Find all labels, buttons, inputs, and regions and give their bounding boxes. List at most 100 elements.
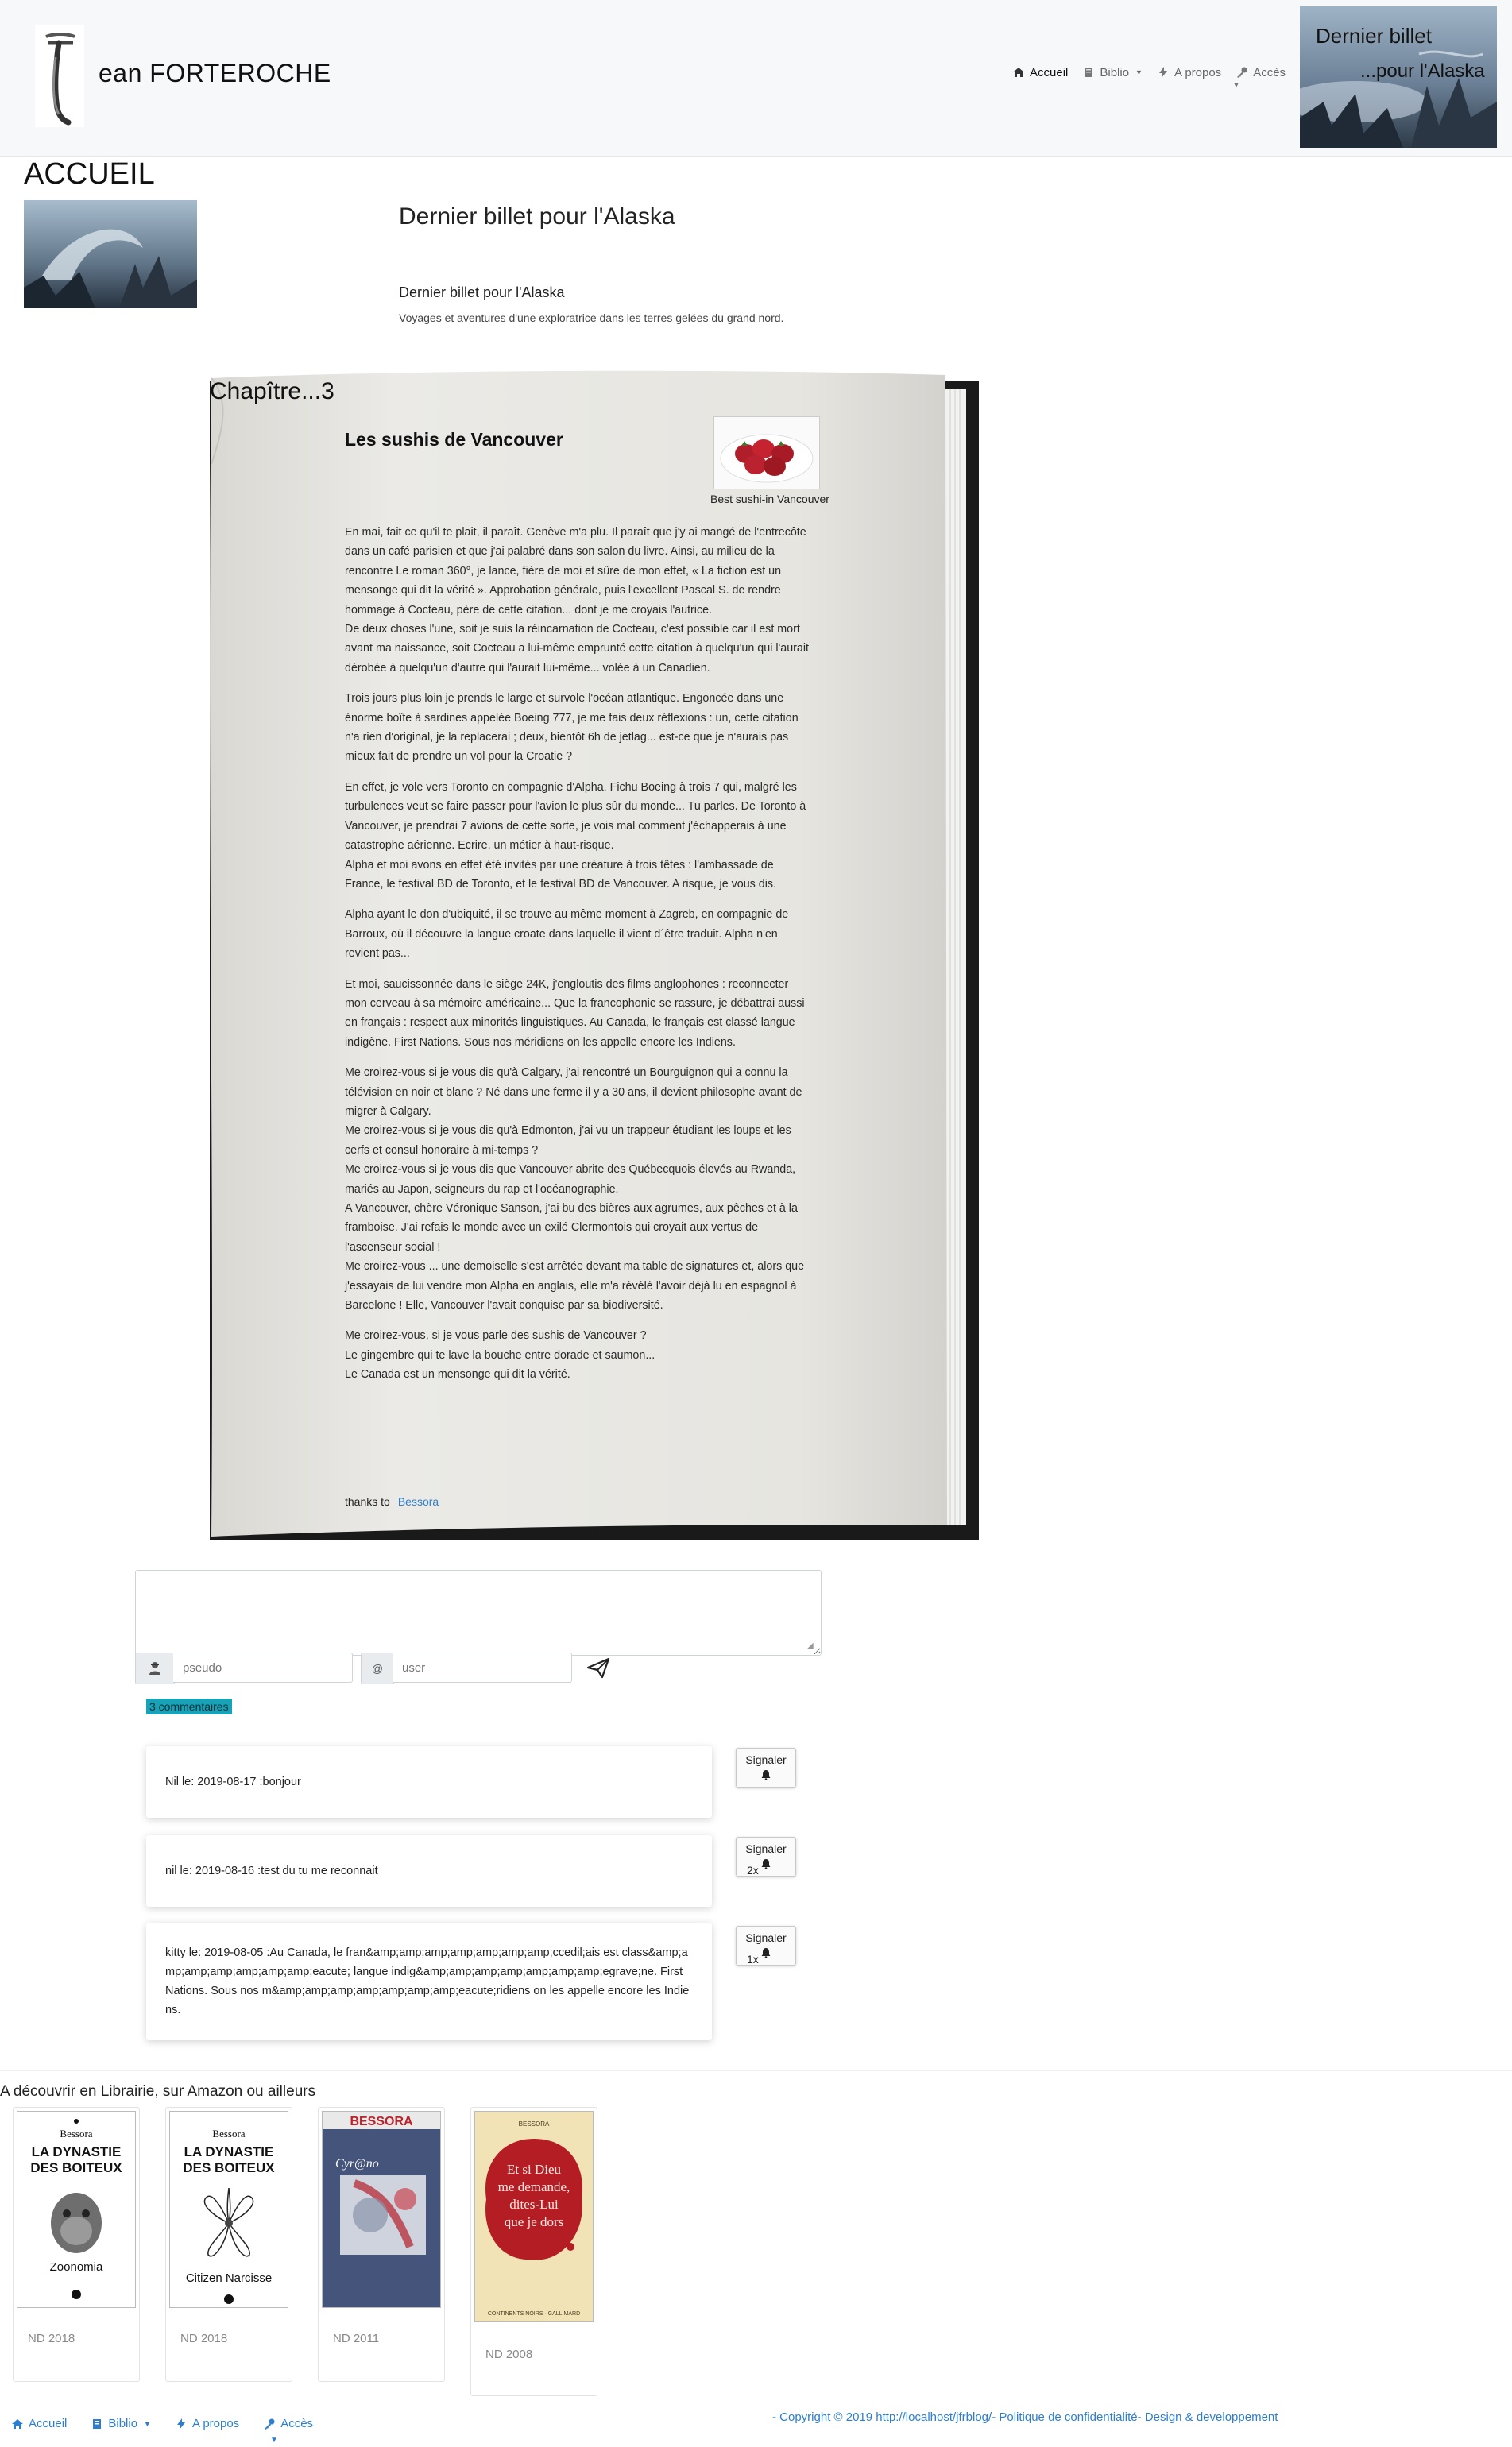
chevron-down-icon: ▼ bbox=[144, 2419, 151, 2428]
book-cover[interactable]: Bessora LA DYNASTIE DES BOITEUX Citizen … bbox=[169, 2111, 288, 2308]
article-paragraph: Me croirez-vous si je vous dis qu'à Calg… bbox=[345, 1066, 805, 1312]
user-icon bbox=[135, 1653, 175, 1684]
nav-home-label: Accueil bbox=[1030, 65, 1069, 79]
book-card[interactable]: BESSORA Et si Dieu me demande, dites-Lui… bbox=[470, 2107, 597, 2396]
chevron-down-icon[interactable]: ▼ bbox=[1232, 81, 1240, 90]
report-count: 1x bbox=[747, 1953, 759, 1966]
svg-text:LA DYNASTIE: LA DYNASTIE bbox=[184, 2144, 274, 2159]
hero-title-line1: Dernier billet bbox=[1316, 24, 1432, 48]
footer-nav-access-label: Accès bbox=[280, 2417, 314, 2430]
comment-text: Nil le: 2019-08-17 :bonjour bbox=[165, 1776, 301, 1788]
footer-nav-about[interactable]: A propos bbox=[175, 2417, 239, 2430]
svg-text:Cyr@no: Cyr@no bbox=[335, 2157, 379, 2171]
bell-icon bbox=[761, 1948, 771, 1958]
comment-text: kitty le: 2019-08-05 :Au Canada, le fran… bbox=[165, 1946, 690, 2016]
svg-text:me demande,: me demande, bbox=[498, 2179, 570, 2194]
svg-text:DES BOITEUX: DES BOITEUX bbox=[30, 2160, 122, 2175]
book-year: ND 2008 bbox=[485, 2348, 533, 2361]
svg-text:BESSORA: BESSORA bbox=[519, 2120, 550, 2128]
book-cover[interactable]: Bessora LA DYNASTIE DES BOITEUX Zoonomia bbox=[17, 2111, 136, 2308]
home-icon bbox=[12, 2418, 23, 2429]
footer-nav-access[interactable]: Accès bbox=[263, 2417, 313, 2430]
article-paragraph: Trois jours plus loin je prends le large… bbox=[345, 692, 799, 763]
nav-home[interactable]: Accueil bbox=[1012, 66, 1068, 79]
book-icon bbox=[93, 2418, 102, 2429]
article-paragraph: En effet, je vole vers Toronto en compag… bbox=[345, 780, 806, 891]
pseudo-input[interactable] bbox=[173, 1653, 353, 1683]
svg-text:Zoonomia: Zoonomia bbox=[50, 2260, 103, 2274]
comment-card: nil le: 2019-08-16 :test du tu me reconn… bbox=[146, 1835, 712, 1907]
page-title: ACCUEIL bbox=[24, 157, 155, 191]
book-subtitle: Dernier billet pour l'Alaska bbox=[399, 284, 565, 300]
book-cover[interactable]: BESSORA Cyr@no bbox=[322, 2111, 441, 2308]
footer-nav-about-label: A propos bbox=[191, 2417, 240, 2430]
book-title: Dernier billet pour l'Alaska bbox=[399, 203, 675, 230]
svg-text:dites-Lui: dites-Lui bbox=[509, 2197, 559, 2212]
nav-about[interactable]: A propos bbox=[1157, 66, 1221, 79]
comment-card: kitty le: 2019-08-05 :Au Canada, le fran… bbox=[146, 1923, 712, 2040]
resize-handle-icon[interactable]: ◢ bbox=[807, 1641, 814, 1650]
key-icon bbox=[1237, 67, 1247, 78]
svg-text:Citizen Narcisse: Citizen Narcisse bbox=[186, 2271, 272, 2285]
bell-icon bbox=[761, 1770, 771, 1780]
svg-text:DES BOITEUX: DES BOITEUX bbox=[183, 2160, 275, 2175]
thanks-link[interactable]: Bessora bbox=[398, 1495, 439, 1508]
report-button[interactable]: Signaler bbox=[736, 1837, 796, 1877]
bolt-icon bbox=[1158, 67, 1167, 78]
article-paragraph: Alpha ayant le don d'ubiquité, il se tro… bbox=[345, 908, 789, 961]
footer-nav-biblio[interactable]: Biblio ▼ bbox=[91, 2417, 151, 2430]
footer-nav: Accueil Biblio ▼ A propos Accès bbox=[11, 2417, 313, 2430]
book-year: ND 2011 bbox=[333, 2332, 380, 2345]
chevron-down-icon: ▼ bbox=[1135, 68, 1143, 76]
sushi-image bbox=[713, 416, 820, 489]
site-logo[interactable] bbox=[35, 25, 84, 127]
nav-biblio-label: Biblio bbox=[1100, 65, 1130, 79]
book-year: ND 2018 bbox=[28, 2332, 75, 2345]
shop-title: A découvrir en Librairie, sur Amazon ou … bbox=[0, 2083, 316, 2100]
chevron-down-icon[interactable]: ▼ bbox=[270, 2436, 278, 2445]
book-thumbnail bbox=[24, 200, 197, 308]
bell-icon bbox=[761, 1859, 771, 1869]
nav-access[interactable]: Accès bbox=[1236, 66, 1286, 79]
footer-nav-home[interactable]: Accueil bbox=[11, 2417, 67, 2430]
book-cover[interactable]: BESSORA Et si Dieu me demande, dites-Lui… bbox=[474, 2111, 594, 2322]
nav-about-label: A propos bbox=[1174, 65, 1222, 79]
thanks-prefix: thanks to bbox=[345, 1495, 390, 1508]
copyright-line[interactable]: - Copyright © 2019 http://localhost/jfrb… bbox=[772, 2410, 1278, 2424]
svg-text:LA DYNASTIE: LA DYNASTIE bbox=[32, 2144, 122, 2159]
svg-text:que je dors: que je dors bbox=[505, 2214, 564, 2229]
book-card[interactable]: Bessora LA DYNASTIE DES BOITEUX Zoonomia… bbox=[13, 2107, 140, 2382]
article-body: En mai, fait ce qu'il te plait, il paraî… bbox=[345, 523, 809, 1396]
comment-count-badge[interactable]: 3 commentaires bbox=[146, 1699, 232, 1714]
svg-text:Bessora: Bessora bbox=[212, 2128, 245, 2140]
user-input[interactable] bbox=[393, 1653, 572, 1683]
report-label: Signaler bbox=[745, 1753, 787, 1766]
site-title[interactable]: ean FORTEROCHE bbox=[99, 59, 331, 88]
footer-nav-biblio-label: Biblio bbox=[108, 2417, 138, 2430]
report-count: 2x bbox=[747, 1864, 759, 1877]
svg-text:BESSORA: BESSORA bbox=[350, 2115, 413, 2128]
paper-plane-icon bbox=[586, 1657, 610, 1679]
book-card[interactable]: Bessora LA DYNASTIE DES BOITEUX Citizen … bbox=[165, 2107, 292, 2382]
send-button[interactable] bbox=[585, 1656, 612, 1680]
report-button[interactable]: Signaler bbox=[736, 1748, 796, 1788]
article-paragraph: Et moi, saucissonnée dans le siège 24K, … bbox=[345, 977, 805, 1049]
report-label: Signaler bbox=[745, 1842, 787, 1855]
footer-nav-home-label: Accueil bbox=[29, 2417, 68, 2430]
book-description: Voyages et aventures d'une exploratrice … bbox=[399, 311, 784, 324]
thanks-line: thanks to Bessora bbox=[345, 1495, 439, 1508]
book-year: ND 2018 bbox=[180, 2332, 228, 2345]
nav-biblio[interactable]: Biblio ▼ bbox=[1082, 66, 1143, 79]
comment-textarea[interactable] bbox=[135, 1570, 822, 1656]
image-caption: Best sushi-in Vancouver bbox=[710, 493, 829, 505]
hero-title-line2: ...pour l'Alaska bbox=[1360, 60, 1485, 82]
book-card[interactable]: BESSORA Cyr@no ND 2011 bbox=[318, 2107, 445, 2382]
section-divider bbox=[0, 2070, 1512, 2071]
book-icon bbox=[1085, 68, 1093, 77]
article-paragraph: Me croirez-vous, si je vous parle des su… bbox=[345, 1329, 655, 1382]
key-icon bbox=[265, 2418, 275, 2430]
report-button[interactable]: Signaler bbox=[736, 1926, 796, 1966]
svg-text:Et si Dieu: Et si Dieu bbox=[507, 2162, 561, 2177]
article-paragraph: En mai, fait ce qu'il te plait, il paraî… bbox=[345, 526, 810, 675]
chapter-label: Chapître...3 bbox=[210, 378, 334, 404]
